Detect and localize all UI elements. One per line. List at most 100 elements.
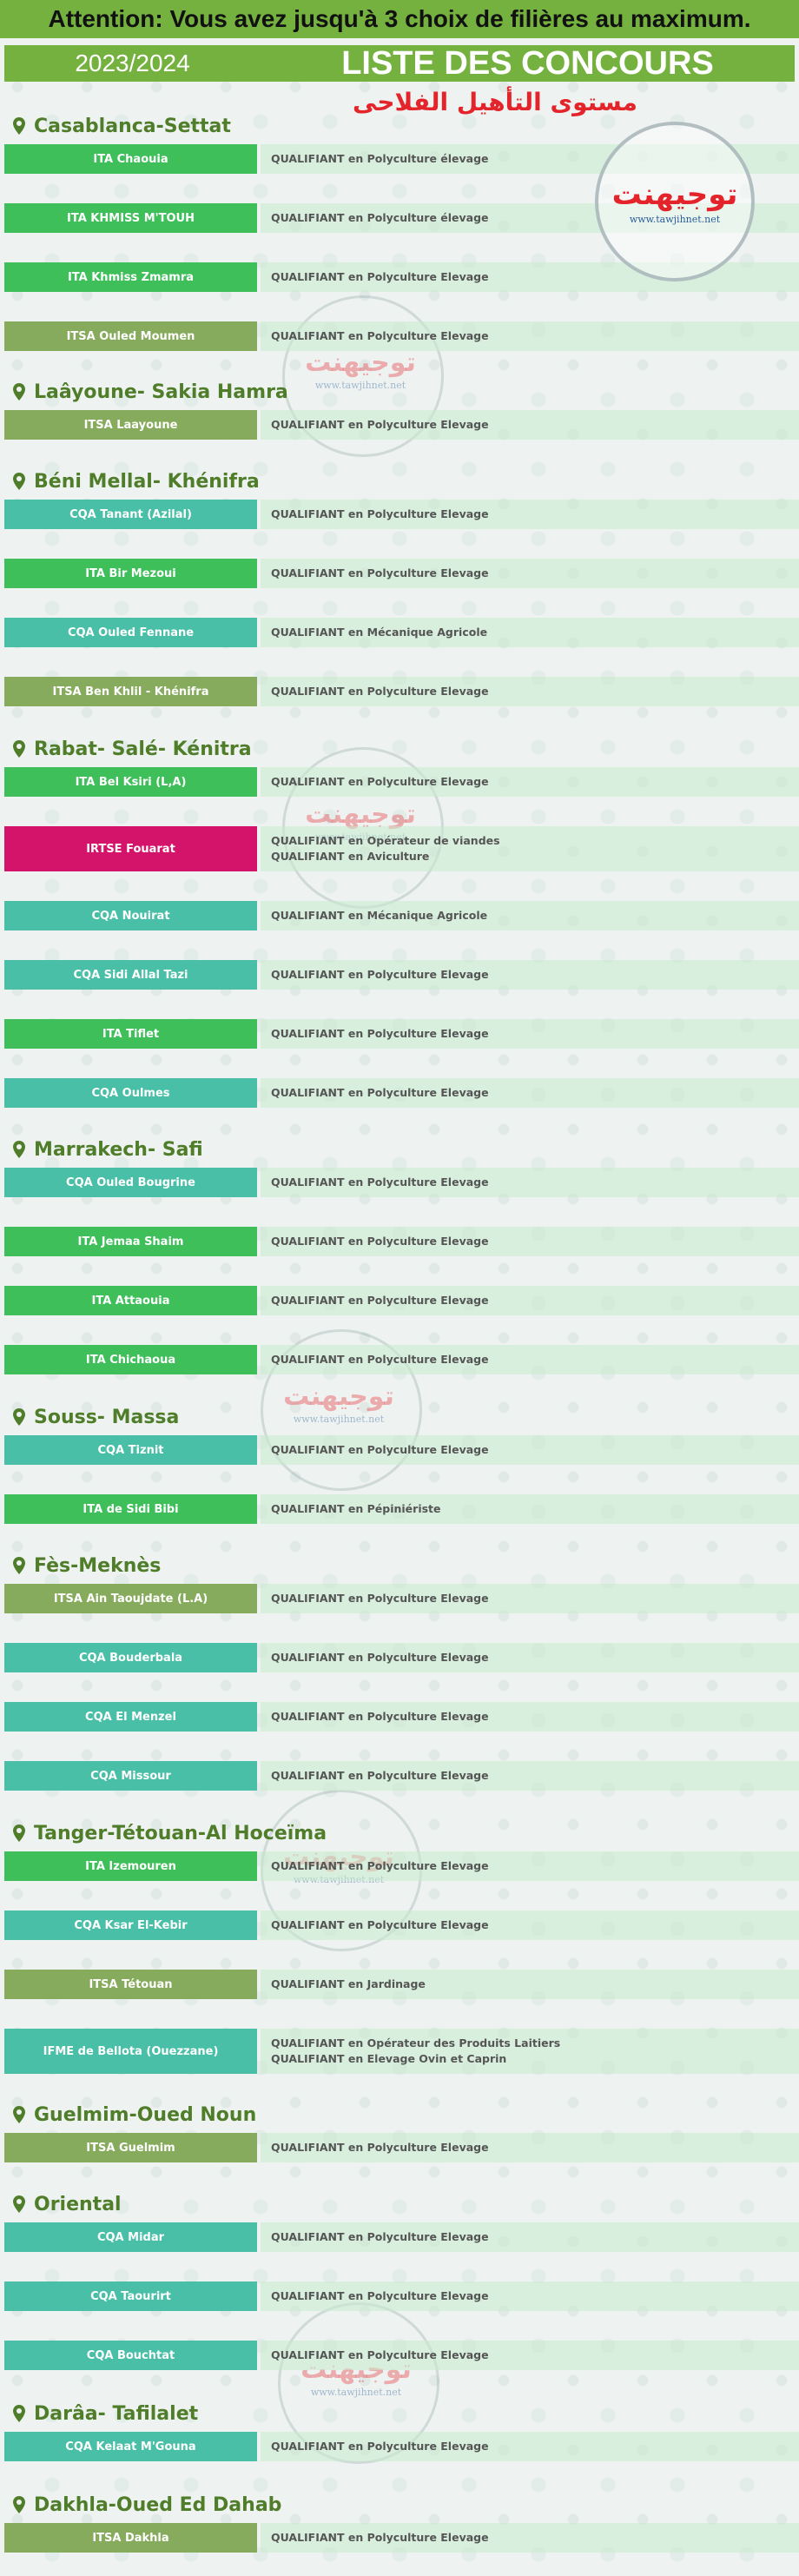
filiere-line: QUALIFIANT en Polyculture Elevage: [271, 2288, 489, 2304]
arabic-subtitle: مستوى التأهيل الفلاحى: [353, 88, 637, 116]
filiere-line: QUALIFIANT en Polyculture Elevage: [271, 2140, 489, 2155]
concours-row: CQA Ksar El-Kebir QUALIFIANT en Polycultu…: [4, 1910, 799, 1940]
school-name: CQA Missour: [4, 1761, 257, 1791]
level-label: QUALIFIANT: [271, 909, 345, 922]
concours-row: ITSA Ben Khlil - Khénifra QUALIFIANT en P…: [4, 677, 799, 706]
filiere-list: QUALIFIANT en Polyculture Elevage: [271, 1761, 489, 1791]
filiere-name: en Polyculture Elevage: [344, 685, 489, 698]
region-heading: Oriental: [13, 2189, 122, 2219]
filiere-line: QUALIFIANT en Polyculture Elevage: [271, 1026, 489, 1042]
region-name: Fès-Meknès: [34, 1554, 162, 1577]
concours-row: ITSA Dakhla QUALIFIANT en Polyculture Ele…: [4, 2523, 799, 2553]
region-heading: Casablanca-Settat: [13, 111, 231, 141]
level-label: QUALIFIANT: [271, 775, 345, 788]
filiere-name: en Elevage Ovin et Caprin: [344, 2052, 507, 2065]
concours-row: IRTSE Fouarat QUALIFIANT en Opérateur de …: [4, 826, 799, 871]
concours-row: CQA Bouderbala QUALIFIANT en Polyculture …: [4, 1643, 799, 1672]
filiere-line: QUALIFIANT en Polyculture Elevage: [271, 417, 489, 433]
filiere-list: QUALIFIANT en Opérateur de viandes QUALIF…: [271, 826, 500, 871]
concours-row: ITA Bel Ksiri (L,A) QUALIFIANT en Polycul…: [4, 767, 799, 797]
filiere-name: en Polyculture Elevage: [344, 2289, 489, 2302]
level-label: QUALIFIANT: [271, 1651, 345, 1664]
filiere-name: en Aviculture: [344, 850, 430, 863]
watermark-text: توجيهنت www.tawjihnet.net: [261, 1381, 417, 1425]
filiere-list: QUALIFIANT en Polyculture Elevage: [271, 1345, 489, 1374]
filiere-line: QUALIFIANT en Jardinage: [271, 1977, 426, 1992]
filiere-line: QUALIFIANT en Polyculture Elevage: [271, 1858, 489, 1874]
watermark-url: www.tawjihnet.net: [314, 380, 406, 391]
level-label: QUALIFIANT: [271, 507, 345, 520]
filiere-list: QUALIFIANT en Jardinage: [271, 1970, 426, 1999]
filiere-list: QUALIFIANT en Polyculture élevage: [271, 203, 489, 233]
filiere-list: QUALIFIANT en Polyculture Elevage: [271, 1286, 489, 1315]
school-name: ITSA Laayoune: [4, 410, 257, 440]
filiere-list: QUALIFIANT en Polyculture Elevage: [271, 500, 489, 529]
filiere-list: QUALIFIANT en Mécanique Agricole: [271, 901, 487, 930]
filiere-name: en Polyculture Elevage: [344, 418, 489, 431]
school-name: ITA Bel Ksiri (L,A): [4, 767, 257, 797]
region-heading: Laâyoune- Sakia Hamra: [13, 377, 288, 407]
filiere-name: en Polyculture Elevage: [344, 1918, 489, 1931]
filiere-list: QUALIFIANT en Polyculture Elevage: [271, 1019, 489, 1049]
filiere-line: QUALIFIANT en Polyculture Elevage: [271, 1293, 489, 1308]
level-label: QUALIFIANT: [271, 2052, 345, 2065]
filiere-name: en Mécanique Agricole: [344, 626, 488, 639]
concours-row: CQA Tiznit QUALIFIANT en Polyculture Elev…: [4, 1435, 799, 1465]
filiere-list: QUALIFIANT en Polyculture Elevage: [271, 1168, 489, 1197]
concours-row: CQA Oulmes QUALIFIANT en Polyculture Elev…: [4, 1078, 799, 1108]
school-name: CQA Nouirat: [4, 901, 257, 930]
concours-row: ITA Tiflet QUALIFIANT en Polyculture Elev…: [4, 1019, 799, 1049]
filiere-name: en Jardinage: [344, 1977, 426, 1990]
filiere-name: en Polyculture élevage: [344, 211, 489, 224]
level-label: QUALIFIANT: [271, 850, 345, 863]
filiere-line: QUALIFIANT en Polyculture Elevage: [271, 1442, 489, 1458]
filiere-list: QUALIFIANT en Polyculture Elevage: [271, 2523, 489, 2553]
level-label: QUALIFIANT: [271, 211, 345, 224]
region-heading: Marrakech- Safi: [13, 1135, 203, 1164]
region-name: Dakhla-Oued Ed Dahab: [34, 2493, 282, 2516]
level-label: QUALIFIANT: [271, 2141, 345, 2154]
school-name: ITA Attaouia: [4, 1286, 257, 1315]
filiere-line: QUALIFIANT en Polyculture Elevage: [271, 1085, 489, 1101]
filiere-name: en Polyculture Elevage: [344, 1353, 489, 1366]
location-pin-icon: [13, 1408, 25, 1426]
header-bar: 2023/2024 LISTE DES CONCOURS: [4, 45, 795, 82]
school-name: ITA de Sidi Bibi: [4, 1494, 257, 1524]
school-name: CQA El Menzel: [4, 1702, 257, 1732]
filiere-line: QUALIFIANT en Opérateur des Produits Lai…: [271, 2036, 560, 2051]
level-label: QUALIFIANT: [271, 2036, 345, 2050]
school-name: CQA Bouderbala: [4, 1643, 257, 1672]
school-name: ITA Jemaa Shaim: [4, 1227, 257, 1256]
school-name: ITA Izemouren: [4, 1851, 257, 1881]
watermark-url: www.tawjihnet.net: [310, 2387, 402, 2398]
region-name: Guelmim-Oued Noun: [34, 2103, 257, 2126]
level-label: QUALIFIANT: [271, 1353, 345, 1366]
concours-row: ITA Jemaa Shaim QUALIFIANT en Polyculture…: [4, 1227, 799, 1256]
concours-row: CQA Taourirt QUALIFIANT en Polyculture El…: [4, 2281, 799, 2311]
watermark-arabic: توجيهنت: [305, 348, 416, 378]
location-pin-icon: [13, 1141, 25, 1158]
concours-row: ITA Chichaoua QUALIFIANT en Polyculture E…: [4, 1345, 799, 1374]
filiere-name: en Polyculture Elevage: [344, 1710, 489, 1723]
level-label: QUALIFIANT: [271, 329, 345, 342]
filiere-line: QUALIFIANT en Polyculture Elevage: [271, 328, 489, 344]
level-label: QUALIFIANT: [271, 834, 345, 847]
watermark-text: توجيهنت www.tawjihnet.net: [282, 348, 439, 391]
level-label: QUALIFIANT: [271, 626, 345, 639]
school-name: IFME de Bellota (Ouezzane): [4, 2029, 257, 2074]
filiere-list: QUALIFIANT en Polyculture Elevage: [271, 410, 489, 440]
filiere-list: QUALIFIANT en Polyculture Elevage: [271, 321, 489, 351]
filiere-list: QUALIFIANT en Polyculture Elevage: [271, 1702, 489, 1732]
school-name: CQA Tiznit: [4, 1435, 257, 1465]
region-name: Rabat- Salé- Kénitra: [34, 738, 252, 760]
location-pin-icon: [13, 740, 25, 758]
level-label: QUALIFIANT: [271, 1710, 345, 1723]
region-heading: Guelmim-Oued Noun: [13, 2100, 256, 2129]
filiere-line: QUALIFIANT en Polyculture Elevage: [271, 774, 489, 790]
level-label: QUALIFIANT: [271, 1502, 345, 1515]
filiere-line: QUALIFIANT en Polyculture Elevage: [271, 1234, 489, 1249]
filiere-list: QUALIFIANT en Polyculture Elevage: [271, 1910, 489, 1940]
region-heading: Dakhla-Oued Ed Dahab: [13, 2490, 281, 2520]
school-year: 2023/2024: [75, 50, 190, 76]
concours-row: ITSA Tétouan QUALIFIANT en Jardinage: [4, 1970, 799, 1999]
